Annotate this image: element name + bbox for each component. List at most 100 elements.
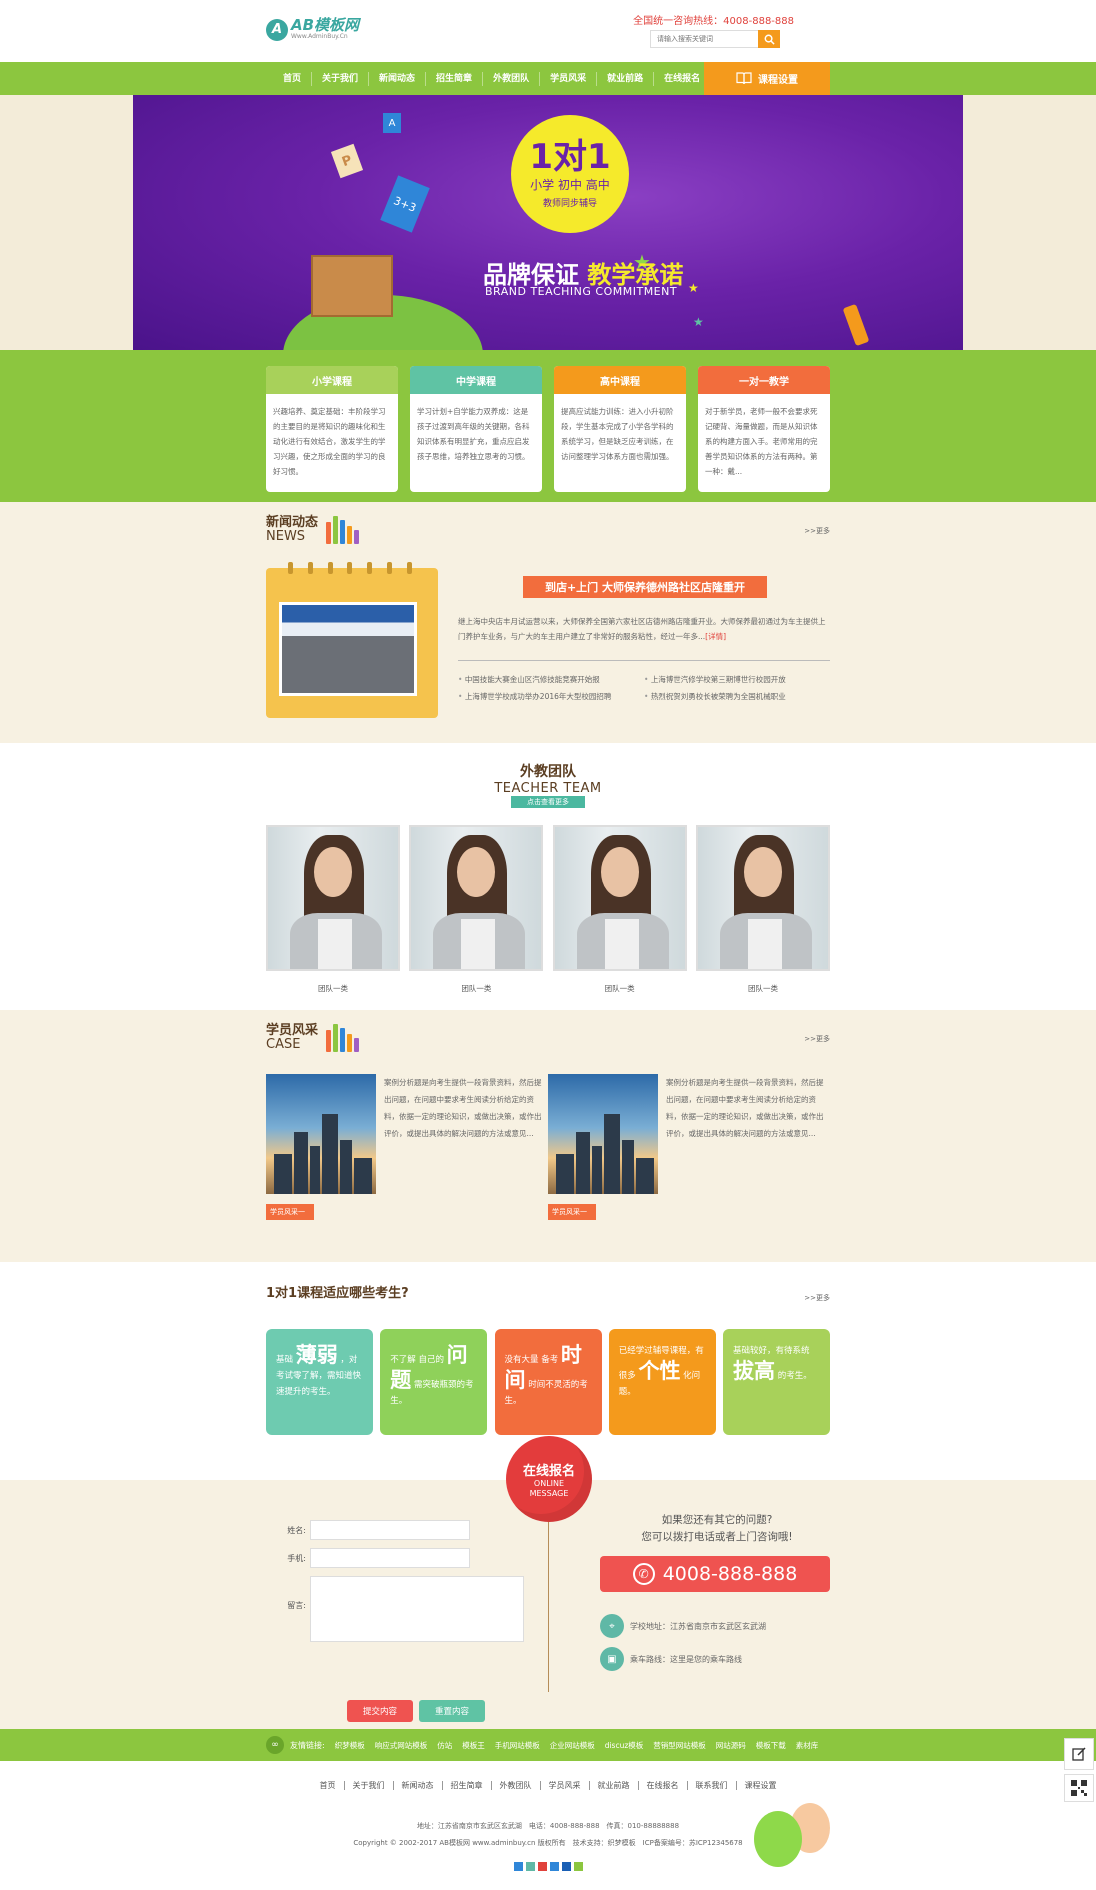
nav-item-students[interactable]: 学员风采 bbox=[540, 71, 598, 86]
friend-link[interactable]: 仿站 bbox=[437, 1740, 452, 1751]
share-icon[interactable] bbox=[525, 1862, 535, 1871]
phone-button[interactable]: ✆ 4008-888-888 bbox=[600, 1556, 830, 1592]
footer-nav-item[interactable]: 在线报名 bbox=[639, 1781, 688, 1790]
teachers-header: 外教团队 TEACHER TEAM 点击查看更多 bbox=[266, 743, 830, 813]
course-card[interactable]: 一对一教学 对于新学员，老师一般不会要求死记硬背、海量做题，而是从知识体系的构建方… bbox=[698, 366, 830, 492]
footer-info: 地址：江苏省南京市玄武区玄武湖 电话：4008-888-888 传真：010-8… bbox=[0, 1818, 1096, 1852]
more-link[interactable]: >>更多 bbox=[804, 1034, 830, 1044]
nav-item-news[interactable]: 新闻动态 bbox=[369, 71, 427, 86]
course-card[interactable]: 中学课程 学习计划+自学能力双养成：这是孩子过渡到高年级的关键期，各科知识体系有明… bbox=[410, 366, 542, 492]
teacher-photo[interactable] bbox=[695, 825, 830, 971]
section-title: 学员风采 bbox=[266, 1023, 319, 1038]
news-summary-text: 继上海中央店丰月试运营以来，大师保养全国第六家社区店德州路店隆重开业。大师保养最… bbox=[458, 617, 826, 641]
banner-image[interactable]: 3+3 P A ★ ★ ★ 1对1 小学 初中 高中 教师同步辅导 品牌保证 教… bbox=[133, 95, 963, 350]
friend-link[interactable]: discuz模板 bbox=[605, 1740, 644, 1751]
nav-item-courses[interactable]: 课程设置 bbox=[704, 62, 830, 95]
reset-button[interactable]: 重置内容 bbox=[419, 1700, 485, 1722]
news-list-item[interactable]: 热烈祝贺刘勇校长被荣聘为全国机械职业 bbox=[644, 691, 830, 702]
section-title-en: CASE bbox=[266, 1037, 301, 1052]
balloon-badge: 在线报名 ONLINE MESSAGE bbox=[506, 1436, 592, 1522]
footer-nav-item[interactable]: 就业前路 bbox=[590, 1781, 639, 1790]
teacher-card[interactable]: 团队一类 bbox=[695, 825, 830, 994]
friend-link[interactable]: 素材库 bbox=[796, 1740, 819, 1751]
footer-nav-item[interactable]: 新闻动态 bbox=[394, 1781, 443, 1790]
footer-nav-item[interactable]: 招生简章 bbox=[443, 1781, 492, 1790]
name-field[interactable] bbox=[310, 1520, 470, 1540]
share-icon[interactable] bbox=[537, 1862, 547, 1871]
teacher-card[interactable]: 团队一类 bbox=[266, 825, 400, 994]
teacher-card[interactable]: 团队一类 bbox=[409, 825, 544, 994]
course-card[interactable]: 高中课程 提高应试能力训练：进入小升初阶段，学生基本完成了小学各学科的系统学习，但… bbox=[554, 366, 686, 492]
feedback-button[interactable] bbox=[1064, 1738, 1094, 1770]
qr-code-button[interactable] bbox=[1064, 1774, 1094, 1802]
friend-link[interactable]: 织梦模板 bbox=[335, 1740, 365, 1751]
courses-section: 小学课程 兴趣培养、奠定基础：丰阶段学习的主要目的是将知识的趣味化和生动化进行有效… bbox=[0, 350, 1096, 502]
card-pre: 基础较好，有待系统 bbox=[733, 1346, 810, 1356]
news-photo[interactable] bbox=[279, 602, 417, 696]
nav-item-apply[interactable]: 在线报名 bbox=[654, 72, 710, 86]
star-icon: ★ bbox=[693, 315, 704, 329]
message-field[interactable] bbox=[310, 1576, 524, 1642]
teacher-name: 团队一类 bbox=[461, 984, 492, 993]
phone-field[interactable] bbox=[310, 1548, 470, 1568]
more-link[interactable]: >>更多 bbox=[804, 1293, 830, 1303]
nav-item-home[interactable]: 首页 bbox=[266, 71, 313, 86]
message-form: 姓名: 手机: 留言: 提交内容 重置内容 bbox=[282, 1520, 524, 1722]
main-nav: 首页 关于我们 新闻动态 招生简章 外教团队 学员风采 就业前路 在线报名 课程… bbox=[0, 62, 1096, 95]
friend-link[interactable]: 模板下载 bbox=[756, 1740, 786, 1751]
course-title: 一对一教学 bbox=[698, 366, 830, 394]
friend-link[interactable]: 手机网站模板 bbox=[495, 1740, 540, 1751]
case-photo[interactable] bbox=[266, 1074, 376, 1194]
address-text: 学校地址：江苏省南京市玄武区玄武湖 bbox=[630, 1621, 766, 1631]
friend-link[interactable]: 模板王 bbox=[462, 1740, 485, 1751]
box-illustration bbox=[311, 255, 393, 317]
case-tag[interactable]: 学员风采一 bbox=[266, 1204, 314, 1220]
phone-number: 4008-888-888 bbox=[662, 1563, 798, 1585]
nav-item-teachers[interactable]: 外教团队 bbox=[483, 71, 541, 86]
news-headline[interactable]: 到店+上门 大师保养德州路社区店隆重开 bbox=[523, 576, 767, 598]
share-icon[interactable] bbox=[573, 1862, 583, 1871]
footer-nav-item[interactable]: 学员风采 bbox=[541, 1781, 590, 1790]
case-tag[interactable]: 学员风采一 bbox=[548, 1204, 596, 1220]
nav-special-label: 课程设置 bbox=[758, 75, 798, 86]
friend-link[interactable]: 响应式网站模板 bbox=[375, 1740, 428, 1751]
logo[interactable]: A AB模板网 Www.AdminBuy.Cn bbox=[266, 18, 359, 41]
teacher-photo[interactable] bbox=[409, 825, 544, 971]
teacher-photo[interactable] bbox=[266, 825, 400, 971]
more-link[interactable]: >>更多 bbox=[804, 526, 830, 536]
search-input[interactable] bbox=[650, 30, 758, 48]
friend-link[interactable]: 企业网站模板 bbox=[550, 1740, 595, 1751]
news-detail-link[interactable]: [详情] bbox=[705, 632, 726, 641]
news-list-item[interactable]: 上海博世汽修学校第三期博世行校园开放 bbox=[644, 674, 830, 685]
math-card-illustration: 3+3 bbox=[380, 175, 430, 233]
card-keyword: 薄弱 bbox=[295, 1343, 338, 1367]
share-icon[interactable] bbox=[561, 1862, 571, 1871]
star-icon: ★ bbox=[688, 281, 699, 295]
footer-nav-item[interactable]: 首页 bbox=[312, 1781, 345, 1790]
footer-nav-item[interactable]: 联系我们 bbox=[688, 1781, 737, 1790]
news-list: 中国技能大赛金山区汽修技能竞赛开始报 上海博世汽修学校第三期博世行校园开放 上海… bbox=[458, 674, 830, 702]
footer-nav-item[interactable]: 课程设置 bbox=[737, 1781, 785, 1790]
submit-button[interactable]: 提交内容 bbox=[347, 1700, 413, 1722]
nav-item-admission[interactable]: 招生简章 bbox=[426, 71, 484, 86]
friend-link[interactable]: 网站源码 bbox=[716, 1740, 746, 1751]
logo-name: AB模板网 bbox=[291, 16, 360, 34]
nav-item-about[interactable]: 关于我们 bbox=[312, 71, 370, 86]
teacher-card[interactable]: 团队一类 bbox=[552, 825, 687, 994]
teacher-photo[interactable] bbox=[552, 825, 687, 971]
view-more-button[interactable]: 点击查看更多 bbox=[511, 795, 585, 808]
search-icon bbox=[764, 34, 775, 45]
news-list-item[interactable]: 中国技能大赛金山区汽修技能竞赛开始报 bbox=[458, 674, 644, 685]
friend-link[interactable]: 营销型网站模板 bbox=[653, 1740, 706, 1751]
share-icon[interactable] bbox=[513, 1862, 523, 1871]
case-photo[interactable] bbox=[548, 1074, 658, 1194]
news-list-item[interactable]: 上海博世学校成功举办2016年大型校园招聘 bbox=[458, 691, 644, 702]
share-icon[interactable] bbox=[549, 1862, 559, 1871]
course-card[interactable]: 小学课程 兴趣培养、奠定基础：丰阶段学习的主要目的是将知识的趣味化和生动化进行有效… bbox=[266, 366, 398, 492]
footer-nav-item[interactable]: 外教团队 bbox=[492, 1781, 541, 1790]
nav-item-career[interactable]: 就业前路 bbox=[597, 71, 655, 86]
prompt-line-2: 您可以拨打电话或者上门咨询哦! bbox=[641, 1531, 793, 1543]
search-button[interactable] bbox=[758, 30, 780, 48]
footer-nav-item[interactable]: 关于我们 bbox=[345, 1781, 394, 1790]
message-label: 留言: bbox=[287, 1601, 306, 1610]
